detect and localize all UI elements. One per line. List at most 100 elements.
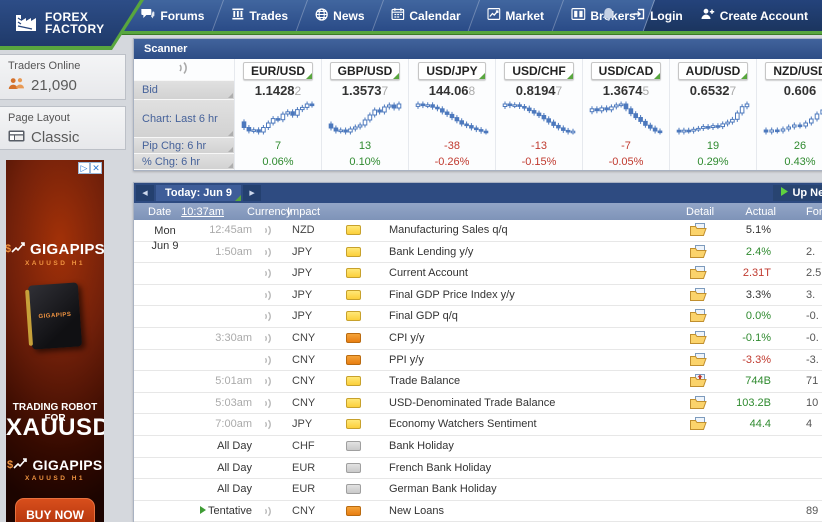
pair-chart [589,100,663,138]
traders-online-title: Traders Online [0,55,125,73]
speaker-icon[interactable] [264,355,273,369]
scanner-row-label[interactable]: % Chg: 6 hr [134,154,234,170]
pair-tab[interactable]: USD/CHF [504,62,573,80]
page-layout-value: Classic [31,129,79,146]
speaker-icon[interactable] [264,225,273,239]
page-layout-widget: Page Layout Classic [0,106,126,150]
up-next-button[interactable]: Up Next [773,185,822,201]
event-title[interactable]: Final GDP Price Index y/y [389,289,515,301]
calendar-event-row: All DayEURGerman Bank Holiday [134,479,822,501]
col-current-time[interactable]: 10:37am [174,206,224,218]
create-account-label: Create Account [720,9,808,23]
nav-item-market[interactable]: Market [468,0,563,31]
forecast-value: -0. [806,332,819,344]
scanner-audio-toggle[interactable] [134,59,234,81]
pair-tab[interactable]: GBP/USD [330,62,401,80]
speaker-icon[interactable] [264,398,273,412]
impact-icon [346,290,361,300]
event-currency: CNY [292,354,315,366]
speaker-icon[interactable] [264,268,273,282]
scanner-pair-column: USD/CHF0.81947-13-0.15% [495,59,582,170]
traders-icon [8,77,25,94]
prev-day-button[interactable]: ◀ [136,185,154,201]
pair-tab[interactable]: NZD/USD [765,62,822,80]
scanner-row-label[interactable]: Pip Chg: 6 hr [134,138,234,154]
speaker-icon[interactable] [264,311,273,325]
scanner-row-label[interactable]: Chart: Last 6 hr [134,100,234,138]
event-currency: CNY [292,332,315,344]
nav-item-trades[interactable]: Trades [212,0,307,31]
bid-fraction: 2 [295,84,302,98]
dollar-chart-icon: $ [6,240,27,259]
impact-icon [346,333,361,343]
notifications-button[interactable] [602,7,615,24]
speaker-icon[interactable] [264,247,273,261]
event-title[interactable]: USD-Denominated Trade Balance [389,397,555,409]
event-title[interactable]: Economy Watchers Sentiment [389,418,537,430]
calendar-event-row: JPYFinal GDP Price Index y/y3.3%3. [134,285,822,307]
speaker-icon[interactable] [264,506,273,520]
forex-factory-logo[interactable]: FOREXFACTORY [0,0,144,50]
scanner-pair-column: GBP/USD1.35737130.10% [321,59,408,170]
event-currency: JPY [292,267,312,279]
event-currency: CNY [292,505,315,517]
speaker-icon[interactable] [264,419,273,433]
date-day: Mon [134,224,196,239]
event-title[interactable]: French Bank Holiday [389,462,491,474]
speaker-icon[interactable] [264,290,273,304]
svg-text:$: $ [7,459,13,471]
sidebar-ad[interactable]: ▷ ✕ $GIGAPIPS XAUUSD H1 GIGAPIPS TRADING… [6,160,104,522]
event-title[interactable]: German Bank Holiday [389,483,497,495]
nav-item-news[interactable]: News [295,0,383,31]
event-title[interactable]: New Loans [389,505,444,517]
candlestick-chart [676,101,750,137]
nav-item-label: Calendar [409,9,460,23]
create-account-button[interactable]: Create Account [701,8,808,23]
pair-tab[interactable]: AUD/USD [678,62,749,80]
event-title[interactable]: Final GDP q/q [389,310,458,322]
event-currency: JPY [292,246,312,258]
adchoices-icon[interactable]: ▷ [78,162,90,174]
page-layout-select[interactable]: Classic [0,125,125,153]
impact-icon [346,311,361,321]
pair-tab[interactable]: EUR/USD [243,62,313,80]
nav-item-label: Trades [249,9,288,23]
bid-main: 1.3573 [342,83,382,98]
scanner-row-label[interactable]: Bid [134,81,234,100]
bid-fraction: 7 [730,84,737,98]
calendar-event-row: 7:00amJPYEconomy Watchers Sentiment44.44 [134,414,822,436]
event-title[interactable]: Manufacturing Sales q/q [389,224,508,236]
pip-change: 19 [707,138,719,154]
calendar-rows: Mon Jun 9 12:45amNZDManufacturing Sales … [134,220,822,522]
bid-main: 0.6532 [690,83,730,98]
speaker-icon [178,61,190,78]
event-title[interactable]: Bank Lending y/y [389,246,473,258]
login-button[interactable]: Login [633,8,683,23]
bid-value: 144.068 [429,81,475,100]
actual-value: 744B [699,375,771,387]
scanner-label-column: Bid Chart: Last 6 hr Pip Chg: 6 hr% Chg: 6… [134,59,234,170]
calendar-event-row: 5:01amCNYTrade Balance744B71 [134,371,822,393]
impact-icon [346,419,361,429]
pair-chart [502,100,576,138]
bid-value: 0.65327 [690,81,736,100]
event-title[interactable]: Bank Holiday [389,440,454,452]
ad-close-icon[interactable]: ✕ [90,162,102,174]
event-title[interactable]: CPI y/y [389,332,424,344]
nav-item-calendar[interactable]: Calendar [372,0,480,31]
buy-now-button[interactable]: BUY NOW [15,498,95,522]
bid-main: 1.3674 [603,83,643,98]
event-title[interactable]: Current Account [389,267,468,279]
event-title[interactable]: Trade Balance [389,375,460,387]
scanner-row-label-text: Chart: Last 6 hr [142,113,218,125]
event-title[interactable]: PPI y/y [389,354,424,366]
next-day-button[interactable]: ▶ [243,185,261,201]
event-time: All Day [174,440,252,452]
pair-tab[interactable]: USD/JPY [418,62,485,80]
tentative-icon [200,505,206,517]
speaker-icon[interactable] [264,333,273,347]
today-button[interactable]: Today: Jun 9 [156,185,241,201]
scanner-pair-column: AUD/USD0.65327190.29% [669,59,756,170]
pair-tab[interactable]: USD/CAD [591,62,662,80]
speaker-icon[interactable] [264,376,273,390]
